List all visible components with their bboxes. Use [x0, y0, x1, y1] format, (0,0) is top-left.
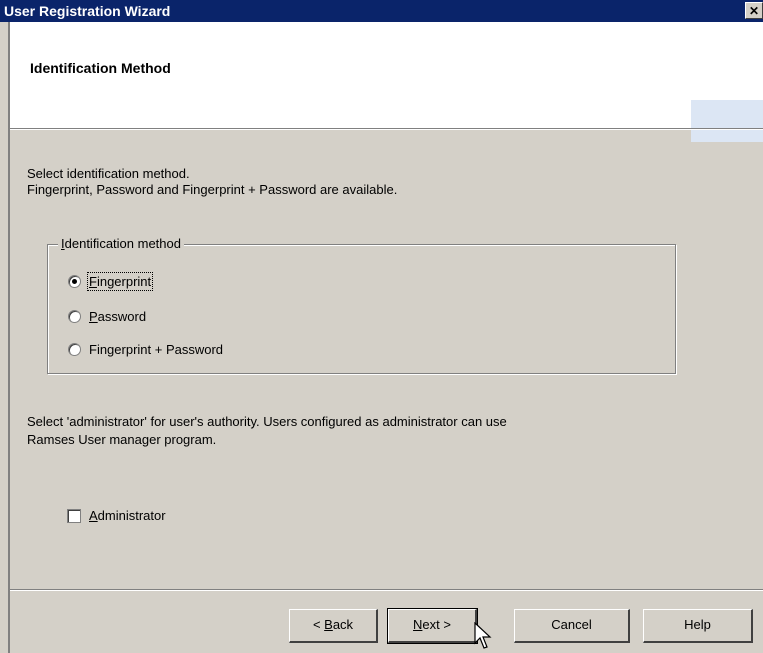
- header-divider-highlight: [10, 129, 763, 130]
- identification-method-group-label: Identification method: [58, 236, 184, 251]
- window-title: User Registration Wizard: [4, 3, 171, 19]
- radio-password[interactable]: Password: [68, 309, 146, 324]
- authority-instructions: Select 'administrator' for user's author…: [27, 413, 507, 449]
- next-button[interactable]: Next >: [387, 608, 478, 644]
- page-title: Identification Method: [30, 60, 171, 76]
- checkbox-box[interactable]: [67, 508, 81, 523]
- mouse-pointer-icon: [474, 622, 492, 649]
- footer-divider-highlight: [10, 590, 763, 591]
- header-decoration: [691, 100, 763, 142]
- authority-line-2: Ramses User manager program.: [27, 432, 217, 447]
- close-icon: ✕: [748, 4, 760, 18]
- radio-fingerprint[interactable]: Fingerprint: [68, 272, 154, 291]
- radio-button[interactable]: [68, 343, 81, 357]
- radio-password-label: Password: [89, 309, 147, 324]
- radio-fingerprint-password-label: Fingerprint + Password: [89, 342, 224, 357]
- radio-fingerprint-password[interactable]: Fingerprint + Password: [68, 342, 223, 357]
- radio-button[interactable]: [68, 310, 81, 324]
- close-button[interactable]: ✕: [745, 2, 763, 19]
- administrator-checkbox[interactable]: Administrator: [67, 508, 166, 524]
- help-button[interactable]: Help: [643, 609, 753, 643]
- instruction-line-1: Select identification method.: [27, 166, 190, 181]
- instruction-line-2: Fingerprint, Password and Fingerprint + …: [27, 182, 398, 197]
- identification-instructions: Select identification method. Fingerprin…: [27, 166, 397, 198]
- radio-fingerprint-label: Fingerprint: [86, 272, 154, 291]
- administrator-checkbox-label: Administrator: [89, 508, 166, 523]
- radio-button-checked[interactable]: [68, 275, 81, 289]
- title-bar: User Registration Wizard ✕: [0, 0, 763, 22]
- cancel-button[interactable]: Cancel: [514, 609, 630, 643]
- authority-line-1: Select 'administrator' for user's author…: [27, 414, 507, 429]
- wizard-header: Identification Method: [10, 22, 763, 142]
- back-button[interactable]: < Back: [289, 609, 378, 643]
